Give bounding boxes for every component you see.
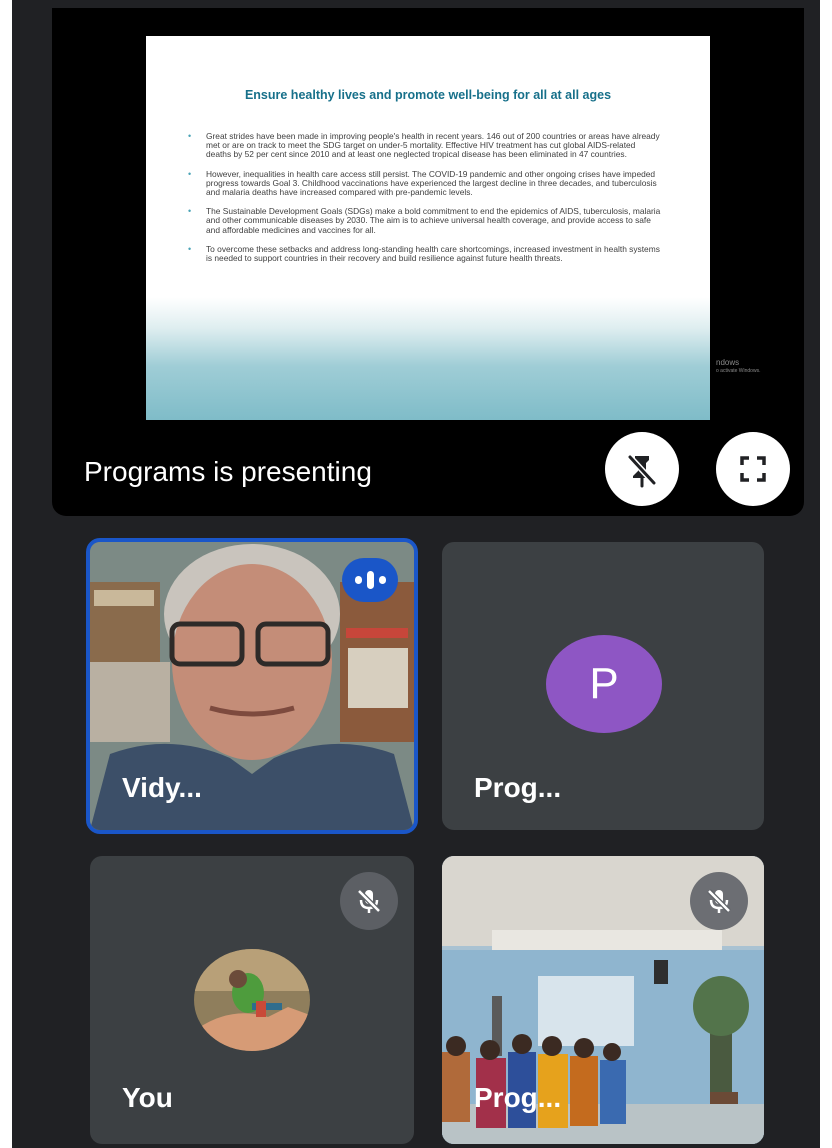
avatar: P [546, 635, 662, 733]
participant-tile-active-speaker[interactable]: Vidy... [86, 538, 418, 834]
participant-name: Prog... [474, 772, 562, 803]
slide-title: Ensure healthy lives and promote well-be… [244, 88, 612, 102]
speaking-indicator-icon [342, 558, 398, 602]
slide-bullet: • However, inequalities in health care ac… [188, 168, 657, 198]
right-edge [820, 0, 832, 1148]
parrot-avatar-image [194, 949, 310, 1051]
fullscreen-button[interactable] [716, 432, 790, 506]
avatar [194, 949, 310, 1051]
participant-tile[interactable]: P Prog... [442, 542, 764, 830]
slide-bullet: • To overcome these setbacks and address … [188, 243, 660, 264]
mic-muted-icon [690, 872, 748, 930]
presenting-label: Programs is presenting [84, 456, 372, 487]
presentation-stage[interactable]: Ensure healthy lives and promote well-be… [52, 8, 804, 516]
participant-tile-self[interactable]: You [90, 856, 414, 1144]
slide-bullet: • The Sustainable Development Goals (SDGs… [188, 206, 661, 235]
participant-name: Vidy... [122, 772, 202, 803]
slide-bullet: • Great strides have been made in improvi… [188, 131, 660, 160]
fullscreen-icon [740, 456, 766, 482]
participant-name: You [122, 1082, 173, 1113]
unpin-icon [627, 454, 657, 488]
activation-watermark: ndows o activate Windows. [716, 358, 761, 374]
shared-slide: Ensure healthy lives and promote well-be… [146, 36, 710, 420]
participant-name: Prog... [474, 1082, 562, 1113]
unpin-button[interactable] [605, 432, 679, 506]
mic-muted-icon [340, 872, 398, 930]
left-edge [0, 0, 12, 1148]
slide-bullets: • Great strides have been made in improvi… [184, 131, 662, 273]
participant-tile[interactable]: Prog... [442, 856, 764, 1144]
